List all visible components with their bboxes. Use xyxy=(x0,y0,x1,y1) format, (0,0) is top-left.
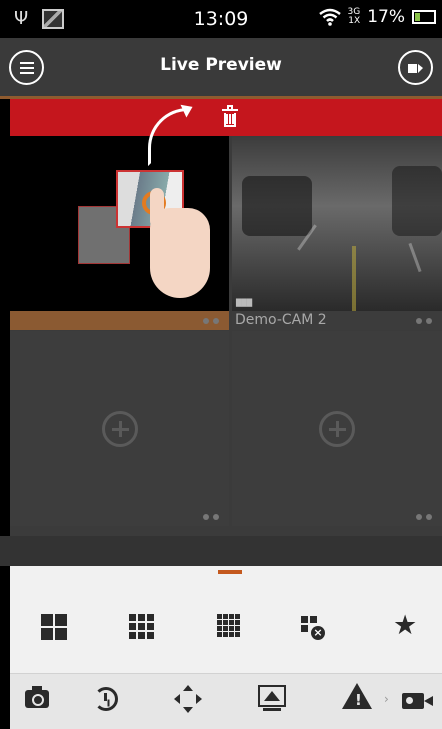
bottom-toolbar: ! › xyxy=(10,673,442,729)
camera-name: Demo-CAM 2 xyxy=(235,312,327,328)
device-list-button[interactable] xyxy=(398,50,433,85)
signal-icon: 3G 1X xyxy=(348,8,361,26)
layout-16-icon[interactable] xyxy=(217,614,240,637)
window-controls-icon xyxy=(416,316,436,326)
grid-spacer xyxy=(0,536,442,566)
layout-4-icon[interactable] xyxy=(41,614,67,640)
device-list-icon xyxy=(408,64,423,73)
alarm-symbol: ! xyxy=(355,691,362,709)
window-2-status-bar: Demo-CAM 2 xyxy=(232,311,442,330)
layout-9-icon[interactable] xyxy=(129,614,154,639)
record-icon[interactable] xyxy=(402,693,433,709)
delete-drop-zone[interactable] xyxy=(10,99,442,136)
network-type-label-2: 1X xyxy=(348,16,361,26)
alarm-icon[interactable]: ! xyxy=(342,683,372,709)
battery-icon xyxy=(412,10,436,24)
phone-screen: 13:09 3G 1X 17% Live Preview xyxy=(0,0,442,729)
add-camera-icon[interactable] xyxy=(319,410,355,447)
add-camera-icon[interactable] xyxy=(101,410,138,447)
preview-window-4[interactable] xyxy=(232,331,442,526)
status-right: 3G 1X 17% xyxy=(318,7,436,27)
preview-grid: ███ Demo-CAM 2 xyxy=(10,108,442,536)
ptz-icon[interactable] xyxy=(173,684,203,714)
trash-icon xyxy=(222,103,238,127)
camera-feed xyxy=(232,136,442,311)
favorites-star-icon[interactable]: ★ xyxy=(393,610,417,641)
layout-tray: × ★ xyxy=(10,566,442,673)
window-1-status-bar xyxy=(10,311,229,330)
battery-percent: 17% xyxy=(367,7,405,27)
window-controls-icon xyxy=(203,512,223,522)
wifi-icon xyxy=(318,8,341,26)
page-indicator xyxy=(218,570,242,574)
playback-icon[interactable] xyxy=(94,687,118,711)
camera-timestamp: ███ xyxy=(236,299,253,307)
window-controls-icon xyxy=(416,512,436,522)
hand-gesture-icon xyxy=(150,188,210,298)
status-bar: 13:09 3G 1X 17% xyxy=(0,0,442,38)
page-title: Live Preview xyxy=(160,55,282,75)
preview-window-1[interactable] xyxy=(10,108,229,311)
close-all-icon[interactable]: × xyxy=(301,616,325,640)
more-chevron-icon[interactable]: › xyxy=(384,692,389,706)
preview-window-3[interactable] xyxy=(10,331,229,526)
preview-window-2[interactable]: ███ xyxy=(232,136,442,311)
screen-icon[interactable] xyxy=(258,685,286,711)
window-controls-icon xyxy=(203,316,223,326)
snapshot-camera-icon[interactable] xyxy=(25,686,49,708)
title-bar: Live Preview xyxy=(0,38,442,96)
